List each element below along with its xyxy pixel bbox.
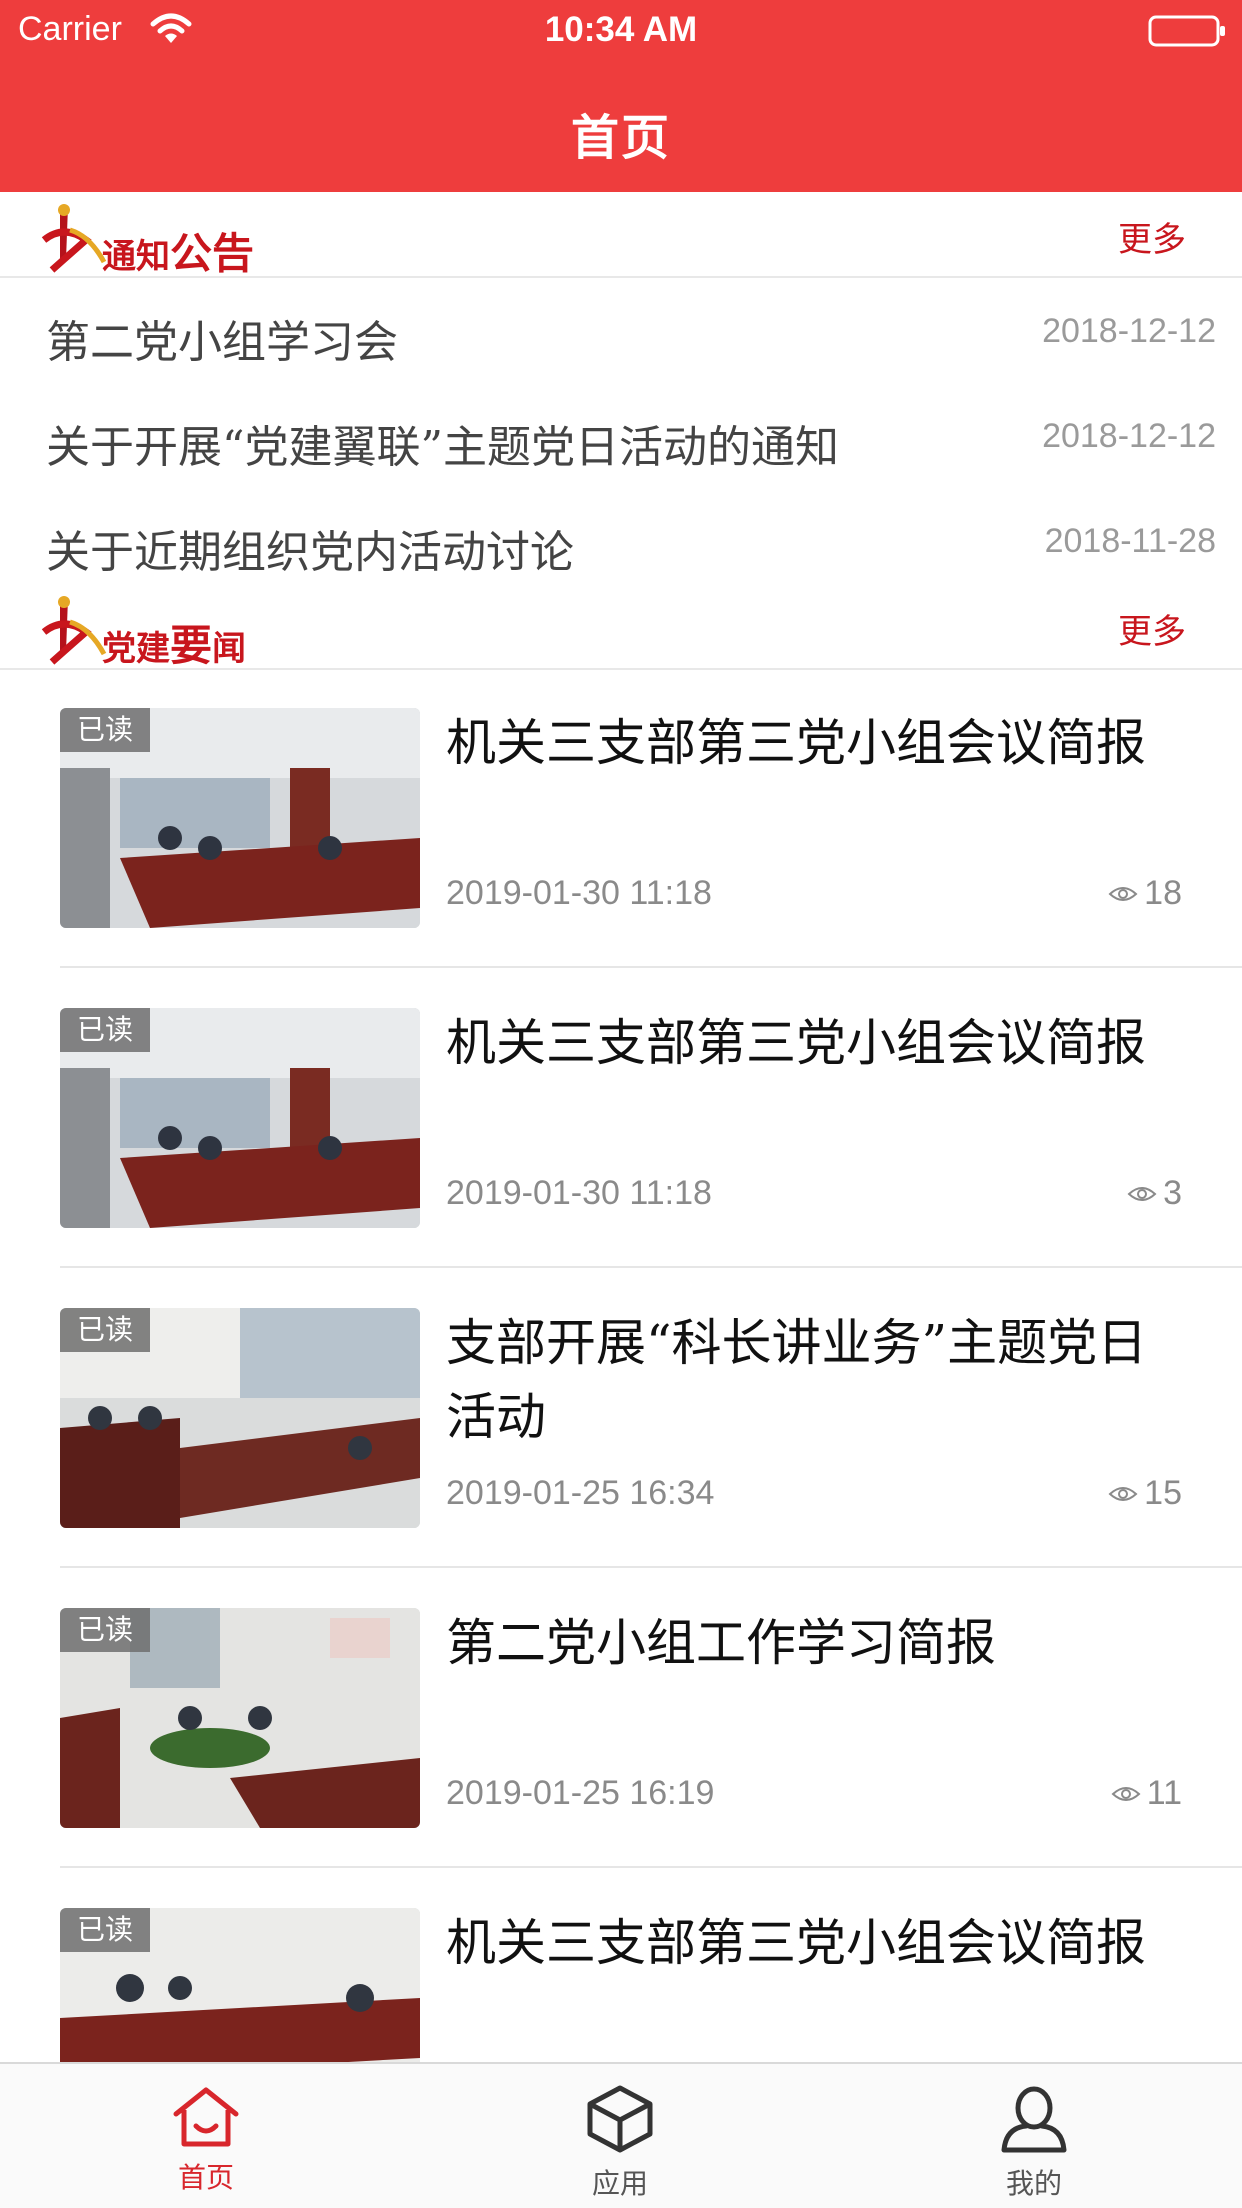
read-badge: 已读 xyxy=(60,1308,150,1352)
news-list-item[interactable]: 已读 机关三支部第三党小组会议简报 2019-01-30 11:18 18 xyxy=(0,668,1242,968)
notice-date: 2018-12-12 xyxy=(1042,312,1216,350)
view-count: 18 xyxy=(1108,874,1182,913)
tab-apps-label: 应用 xyxy=(591,2167,648,2200)
notice-title: 第二党小组学习会 xyxy=(46,317,398,368)
notices-more-link[interactable]: 更多 xyxy=(1118,212,1186,261)
news-date: 2019-01-25 16:19 xyxy=(446,1774,715,1812)
news-more-link[interactable]: 更多 xyxy=(1118,604,1186,653)
news-section-header: 党建要闻 更多 xyxy=(0,584,1242,670)
view-count-value: 15 xyxy=(1144,1474,1182,1512)
news-date: 2019-01-30 11:18 xyxy=(446,1174,712,1212)
nav-header: Carrier 10:34 AM 首页 xyxy=(0,0,1242,192)
page-title: 首页 xyxy=(570,110,671,166)
news-logo-text: 党建要闻 xyxy=(102,612,246,673)
view-count: 15 xyxy=(1108,1474,1182,1513)
news-list-item[interactable]: 已读 支部开展“科长讲业务”主题党日活动 2019-01-25 16:34 15 xyxy=(0,1268,1242,1568)
news-logo-part1: 党建 xyxy=(102,629,170,669)
notice-item[interactable]: 第二党小组学习会 2018-12-12 xyxy=(0,280,1242,384)
news-logo-part3: 闻 xyxy=(212,629,247,669)
notice-title: 关于开展“党建翼联”主题党日活动的通知 xyxy=(46,422,839,473)
notice-item[interactable]: 关于近期组织党内活动讨论 2018-11-28 xyxy=(0,490,1242,594)
home-icon xyxy=(173,2087,239,2147)
view-count: 11 xyxy=(1111,1774,1182,1813)
eye-icon xyxy=(1111,1786,1141,1801)
news-thumbnail: 已读 xyxy=(60,1308,420,1528)
read-badge: 已读 xyxy=(60,1608,150,1652)
notices-logo-part2: 公告 xyxy=(170,229,255,278)
news-date: 2019-01-30 11:18 xyxy=(446,874,712,912)
notice-item[interactable]: 关于开展“党建翼联”主题党日活动的通知 2018-12-12 xyxy=(0,385,1242,489)
notices-logo: 通知公告 xyxy=(40,200,280,278)
news-list-item[interactable]: 已读 第二党小组工作学习简报 2019-01-25 16:19 11 xyxy=(0,1568,1242,1868)
eye-icon xyxy=(1108,886,1138,901)
cube-icon xyxy=(587,2085,653,2153)
view-count: 3 xyxy=(1127,1174,1182,1213)
torch-icon xyxy=(41,596,107,665)
tab-home-label: 首页 xyxy=(177,2161,234,2194)
clock: 10:34 AM xyxy=(544,10,698,49)
view-count-value: 3 xyxy=(1163,1174,1182,1212)
news-thumbnail: 已读 xyxy=(60,1608,420,1828)
battery-icon xyxy=(1148,15,1225,47)
news-logo: 党建要闻 xyxy=(40,592,280,670)
eye-icon xyxy=(1108,1486,1138,1501)
news-title: 机关三支部第三党小组会议简报 xyxy=(446,1014,1146,1072)
news-list-item[interactable]: 已读 机关三支部第三党小组会议简报 2019-01-30 11:18 3 xyxy=(0,968,1242,1268)
news-title: 支部开展“科长讲业务”主题党日活动 xyxy=(446,1314,1148,1446)
tab-home[interactable]: 首页 xyxy=(106,2084,306,2196)
view-count-value: 11 xyxy=(1146,1774,1182,1812)
tab-mine-label: 我的 xyxy=(1005,2167,1062,2200)
notice-date: 2018-12-12 xyxy=(1042,417,1216,455)
news-thumbnail: 已读 xyxy=(60,1008,420,1228)
news-title: 第二党小组工作学习简报 xyxy=(446,1614,996,1672)
notices-section-header: 通知公告 更多 xyxy=(0,192,1242,278)
tab-apps[interactable]: 应用 xyxy=(520,2084,720,2202)
tab-mine[interactable]: 我的 xyxy=(934,2084,1134,2202)
read-badge: 已读 xyxy=(60,708,150,752)
read-badge: 已读 xyxy=(60,1908,150,1952)
torch-icon xyxy=(41,204,107,273)
news-title: 机关三支部第三党小组会议简报 xyxy=(446,1914,1146,1972)
view-count-value: 18 xyxy=(1144,874,1182,912)
status-bar: Carrier 10:34 AM xyxy=(0,0,1242,60)
notice-title: 关于近期组织党内活动讨论 xyxy=(46,527,574,578)
eye-icon xyxy=(1127,1186,1157,1201)
notices-logo-part1: 通知 xyxy=(102,237,170,277)
news-title: 机关三支部第三党小组会议简报 xyxy=(446,714,1146,772)
notices-logo-text: 通知公告 xyxy=(102,220,254,281)
news-date: 2019-01-25 16:34 xyxy=(446,1474,715,1512)
read-badge: 已读 xyxy=(60,1008,150,1052)
notice-date: 2018-11-28 xyxy=(1044,522,1216,560)
tab-bar: 首页 应用 我的 xyxy=(0,2062,1242,2208)
news-logo-part2: 要 xyxy=(170,621,213,670)
news-thumbnail: 已读 xyxy=(60,708,420,928)
person-icon xyxy=(1001,2086,1067,2153)
